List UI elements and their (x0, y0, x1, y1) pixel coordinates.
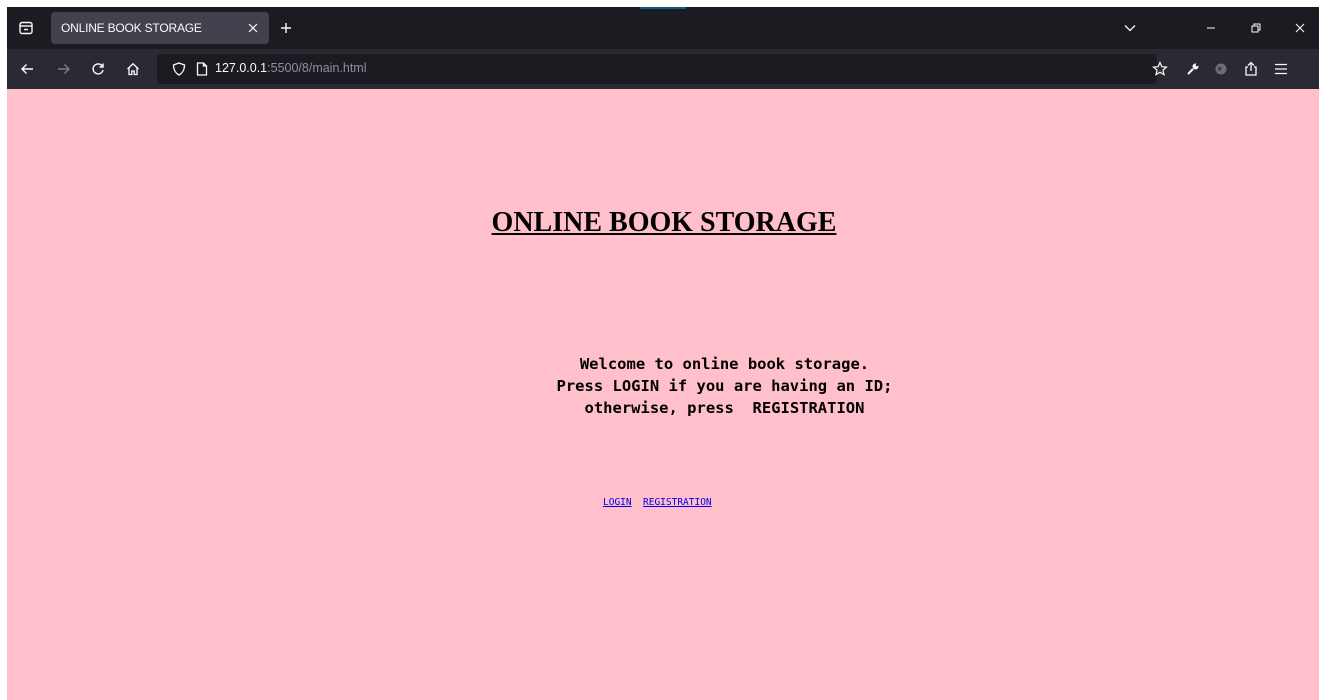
url-path: :5500/8/main.html (267, 61, 367, 75)
top-accent-bar (640, 7, 686, 9)
registration-link[interactable]: REGISTRATION (643, 497, 712, 508)
wrench-icon[interactable] (1180, 56, 1206, 82)
tab-strip: ONLINE BOOK STORAGE (7, 7, 1319, 49)
url-host: 127.0.0.1 (215, 61, 268, 75)
minimize-icon[interactable] (1198, 15, 1224, 41)
shield-icon[interactable] (171, 61, 187, 77)
share-icon[interactable] (1238, 56, 1264, 82)
bookmark-star-icon[interactable] (1147, 56, 1173, 82)
chevron-down-icon[interactable] (1117, 15, 1143, 41)
page-icon[interactable] (194, 61, 210, 77)
home-icon[interactable] (120, 56, 146, 82)
window-close-icon[interactable] (1287, 15, 1313, 41)
reload-icon[interactable] (85, 56, 111, 82)
address-bar[interactable]: 127.0.0.1:5500/8/main.html (157, 54, 1157, 84)
welcome-line: Press LOGIN if you are having an ID; (556, 377, 893, 395)
navigation-toolbar: 127.0.0.1:5500/8/main.html (7, 49, 1319, 89)
tab-list-icon[interactable] (13, 15, 39, 41)
plus-icon[interactable] (275, 17, 297, 39)
tab-active[interactable]: ONLINE BOOK STORAGE (51, 12, 269, 44)
welcome-line: otherwise, press REGISTRATION (584, 399, 865, 417)
page-content: ONLINE BOOK STORAGE Welcome to online bo… (7, 89, 1319, 700)
welcome-message: Welcome to online book storage. Press LO… (357, 353, 1092, 419)
login-link[interactable]: LOGIN (603, 497, 632, 508)
menu-hamburger-icon[interactable] (1268, 56, 1294, 82)
forward-arrow-icon[interactable] (51, 56, 77, 82)
close-icon[interactable] (243, 18, 263, 38)
page-title: ONLINE BOOK STORAGE (491, 207, 837, 238)
tab-title: ONLINE BOOK STORAGE (61, 21, 202, 35)
back-arrow-icon[interactable] (14, 56, 40, 82)
welcome-line: Welcome to online book storage. (579, 355, 870, 373)
restore-icon[interactable] (1243, 15, 1269, 41)
browser-window: ONLINE BOOK STORAGE 127.0.0.1:5500/8/mai… (7, 7, 1319, 700)
extension-globe-icon[interactable] (1208, 56, 1234, 82)
url-text[interactable]: 127.0.0.1:5500/8/main.html (215, 61, 367, 75)
